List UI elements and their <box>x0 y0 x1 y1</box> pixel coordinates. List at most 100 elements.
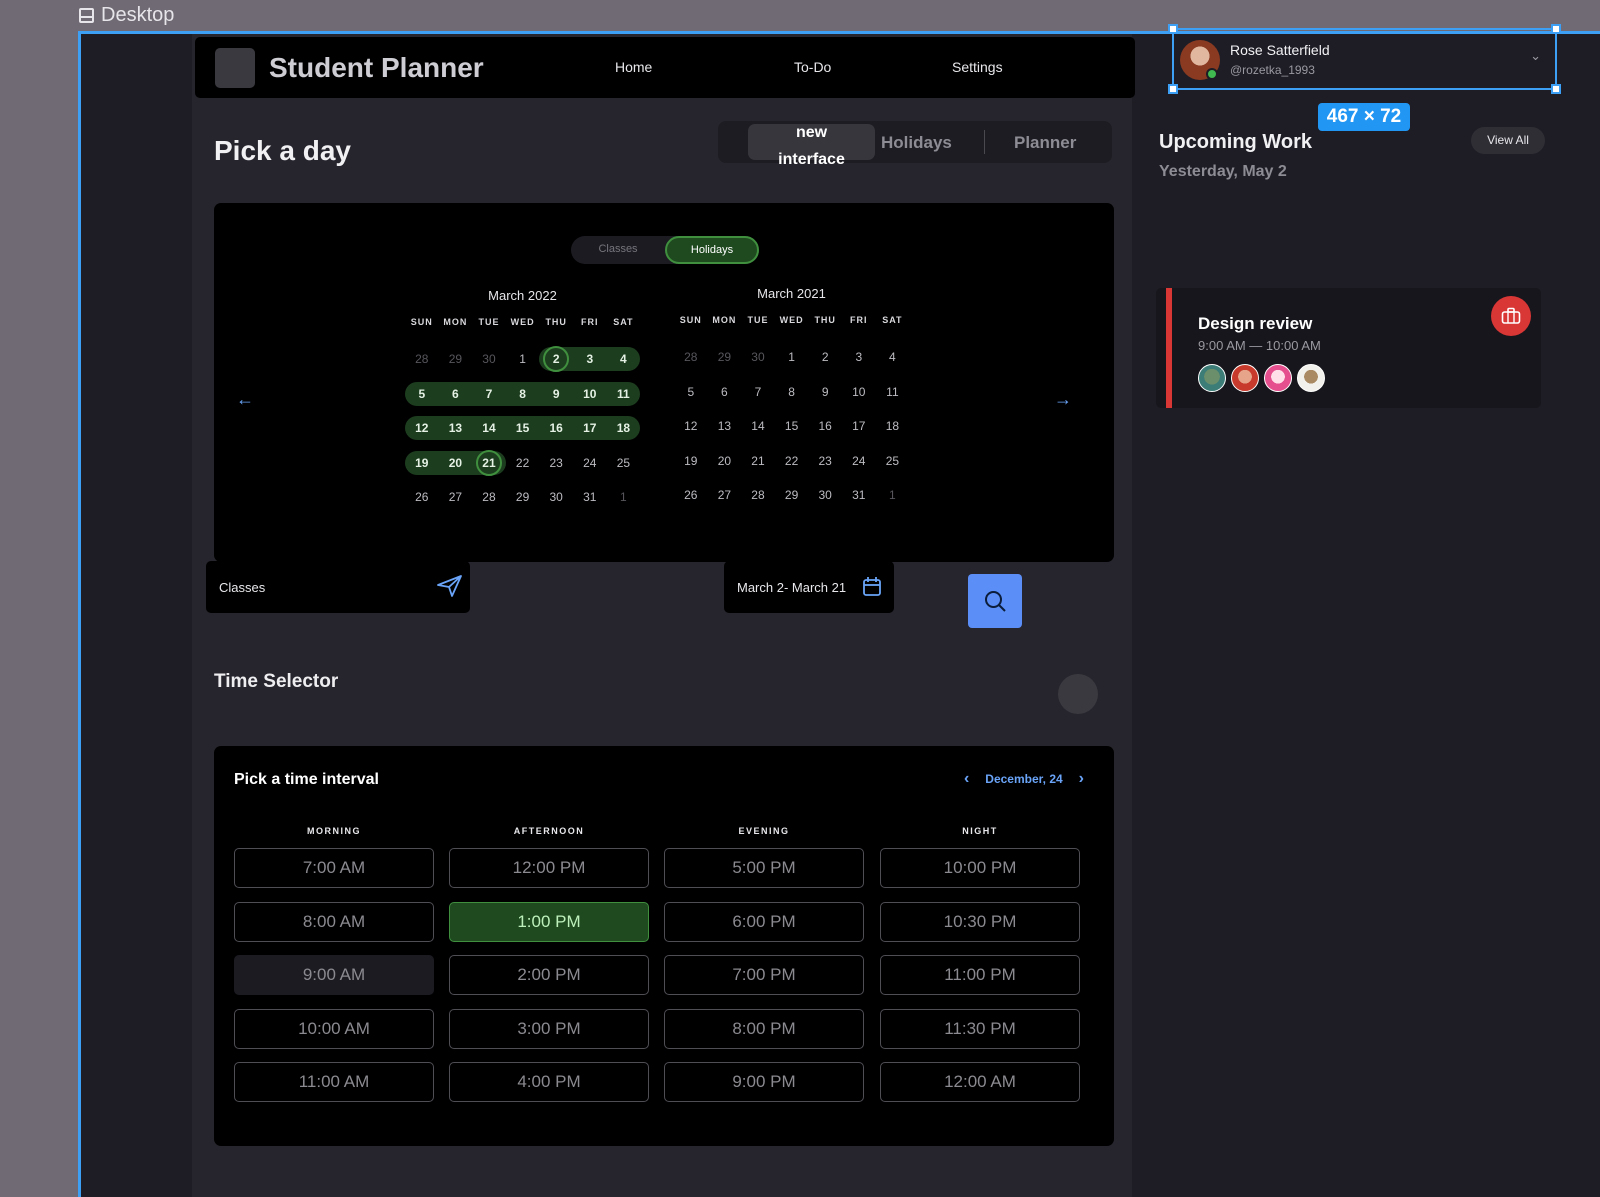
calendar-day[interactable]: 10 <box>842 380 876 404</box>
toggle-classes[interactable]: Classes <box>571 243 665 255</box>
calendar-day[interactable]: 26 <box>674 483 708 507</box>
calendar-day[interactable]: 31 <box>842 483 876 507</box>
calendar-day[interactable]: 28 <box>405 347 439 371</box>
calendar-day[interactable]: 28 <box>741 483 775 507</box>
time-slot-button[interactable]: 9:00 PM <box>664 1062 864 1102</box>
calendar-day[interactable]: 17 <box>573 416 607 440</box>
calendar-day[interactable]: 30 <box>539 485 573 509</box>
calendar-day[interactable]: 18 <box>876 414 910 438</box>
calendar-day[interactable]: 31 <box>573 485 607 509</box>
calendar-day[interactable]: 7 <box>741 380 775 404</box>
time-slot-button[interactable]: 6:00 PM <box>664 901 864 942</box>
calendar-day[interactable]: 25 <box>876 449 910 473</box>
calendar-day[interactable]: 29 <box>439 347 473 371</box>
time-slot-button[interactable]: 7:00 AM <box>234 848 434 888</box>
chevron-right-icon[interactable]: › <box>1079 770 1084 788</box>
resize-handle[interactable] <box>1168 24 1178 34</box>
calendar-day[interactable]: 10 <box>573 382 607 406</box>
chevron-down-icon[interactable]: ⌄ <box>1530 48 1541 64</box>
calendar-day[interactable]: 20 <box>708 449 742 473</box>
calendar-day[interactable]: 1 <box>775 345 809 369</box>
time-slot-button[interactable]: 11:30 PM <box>880 1008 1080 1049</box>
nav-todo[interactable]: To-Do <box>794 59 831 75</box>
calendar-day[interactable]: 8 <box>775 380 809 404</box>
time-slot-button[interactable]: 12:00 PM <box>449 848 649 888</box>
toggle-holidays[interactable]: Holidays <box>665 236 759 264</box>
calendar-day[interactable]: 12 <box>405 416 439 440</box>
time-slot-button[interactable]: 2:00 PM <box>449 955 649 995</box>
calendar-day[interactable]: 16 <box>539 416 573 440</box>
calendar-day[interactable]: 23 <box>539 451 573 475</box>
calendar-day[interactable]: 27 <box>708 483 742 507</box>
tab-planner[interactable]: Planner <box>1014 133 1076 153</box>
calendar-day[interactable]: 1 <box>607 485 641 509</box>
toggle-circle[interactable] <box>1058 674 1098 714</box>
category-field[interactable]: Classes <box>206 561 470 613</box>
user-profile-card[interactable]: Rose Satterfield @rozetka_1993 ⌄ <box>1168 24 1561 94</box>
time-slot-button[interactable]: 10:30 PM <box>880 901 1080 942</box>
nav-home[interactable]: Home <box>615 59 652 75</box>
arrow-right-icon[interactable]: → <box>1054 389 1072 410</box>
time-slot-button[interactable]: 8:00 PM <box>664 1008 864 1049</box>
calendar-icon[interactable] <box>862 576 882 597</box>
resize-handle[interactable] <box>1551 84 1561 94</box>
calendar-day[interactable]: 24 <box>573 451 607 475</box>
calendar-day[interactable]: 16 <box>808 414 842 438</box>
calendar-day[interactable]: 7 <box>472 382 506 406</box>
event-card[interactable]: Design review 9:00 AM — 10:00 AM <box>1156 288 1541 408</box>
calendar-day[interactable]: 30 <box>472 347 506 371</box>
calendar-day[interactable]: 28 <box>674 345 708 369</box>
arrow-left-icon[interactable]: ← <box>236 389 254 410</box>
calendar-day[interactable]: 25 <box>607 451 641 475</box>
calendar-day[interactable]: 17 <box>842 414 876 438</box>
calendar-day[interactable]: 29 <box>506 485 540 509</box>
calendar-day[interactable]: 18 <box>607 416 641 440</box>
calendar-day[interactable]: 2 <box>808 345 842 369</box>
view-all-button[interactable]: View All <box>1471 127 1545 154</box>
calendar-day[interactable]: 29 <box>708 345 742 369</box>
time-slot-button[interactable]: 11:00 AM <box>234 1062 434 1102</box>
calendar-day[interactable]: 28 <box>472 485 506 509</box>
calendar-day[interactable]: 13 <box>439 416 473 440</box>
calendar-day[interactable]: 9 <box>539 382 573 406</box>
time-slot-button[interactable]: 5:00 PM <box>664 848 864 888</box>
calendar-day[interactable]: 1 <box>876 483 910 507</box>
calendar-day[interactable]: 11 <box>876 380 910 404</box>
send-icon[interactable] <box>436 574 464 598</box>
calendar-day[interactable]: 15 <box>775 414 809 438</box>
calendar-day[interactable]: 22 <box>775 449 809 473</box>
time-slot-button[interactable]: 12:00 AM <box>880 1062 1080 1102</box>
calendar-day[interactable]: 19 <box>674 449 708 473</box>
calendar-day[interactable]: 21 <box>472 451 506 475</box>
calendar-day[interactable]: 19 <box>405 451 439 475</box>
calendar-day[interactable]: 4 <box>876 345 910 369</box>
calendar-day[interactable]: 30 <box>741 345 775 369</box>
calendar-day[interactable]: 14 <box>472 416 506 440</box>
briefcase-icon[interactable] <box>1491 296 1531 336</box>
calendar-day[interactable]: 11 <box>607 382 641 406</box>
calendar-day[interactable]: 29 <box>775 483 809 507</box>
calendar-day[interactable]: 3 <box>573 347 607 371</box>
date-range-field[interactable]: March 2- March 21 <box>724 561 894 613</box>
calendar-day[interactable]: 8 <box>506 382 540 406</box>
calendar-day[interactable]: 3 <box>842 345 876 369</box>
calendar-day[interactable]: 24 <box>842 449 876 473</box>
calendar-day[interactable]: 15 <box>506 416 540 440</box>
time-slot-button[interactable]: 1:00 PM <box>449 901 649 942</box>
calendar-day[interactable]: 27 <box>439 485 473 509</box>
nav-settings[interactable]: Settings <box>952 59 1003 75</box>
calendar-day[interactable]: 30 <box>808 483 842 507</box>
time-slot-button[interactable]: 10:00 AM <box>234 1008 434 1049</box>
calendar-day[interactable]: 26 <box>405 485 439 509</box>
calendar-day[interactable]: 20 <box>439 451 473 475</box>
calendar-day[interactable]: 21 <box>741 449 775 473</box>
tab-new-interface[interactable]: new interface <box>748 124 875 168</box>
time-slot-button[interactable]: 8:00 AM <box>234 901 434 942</box>
calendar-day[interactable]: 2 <box>539 347 573 371</box>
calendar-day[interactable]: 5 <box>674 380 708 404</box>
calendar-day[interactable]: 9 <box>808 380 842 404</box>
time-slot-button[interactable]: 4:00 PM <box>449 1062 649 1102</box>
time-slot-button[interactable]: 10:00 PM <box>880 848 1080 888</box>
tab-holidays[interactable]: Holidays <box>881 133 952 153</box>
search-button[interactable] <box>968 574 1022 628</box>
